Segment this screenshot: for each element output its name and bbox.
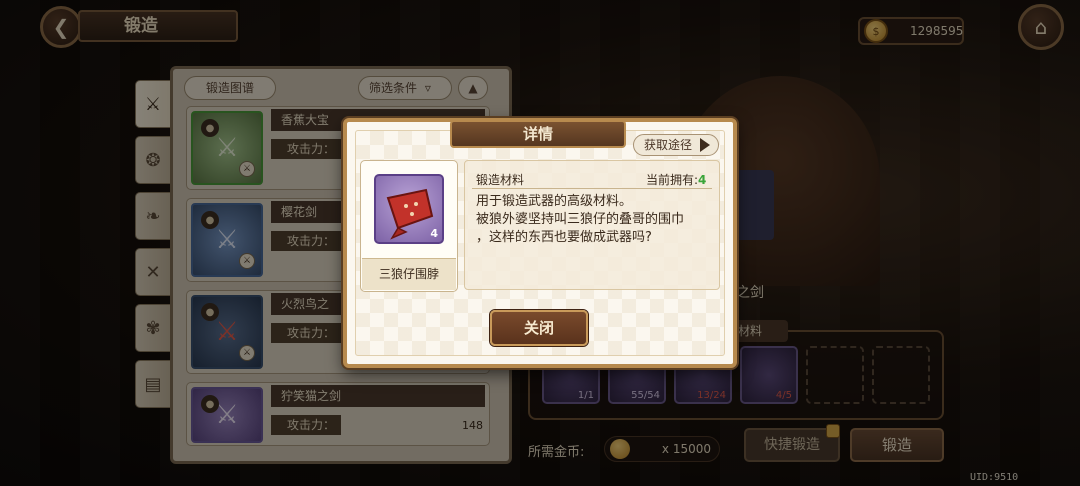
item-description: 用于锻造武器的高级材料。 被狼外婆坚持叫三狼仔的叠哥的围巾 ，这样的东西也要做成… (476, 194, 685, 245)
owned-value: 4 (698, 173, 707, 187)
source-label: 获取途径 (644, 138, 693, 152)
scarf-icon: 4 (374, 174, 444, 244)
play-arrow-icon (700, 138, 710, 152)
owned-count: 当前拥有:4 (646, 171, 706, 188)
item-stack-count: 4 (430, 227, 438, 240)
owned-label: 当前拥有: (646, 173, 699, 187)
close-button[interactable]: 关闭 (490, 310, 588, 346)
dialog-title: 详情 (450, 120, 626, 148)
divider (472, 188, 712, 189)
section-title: 锻造材料 (476, 173, 525, 187)
material-item-name: 三狼仔围脖 (362, 258, 456, 290)
